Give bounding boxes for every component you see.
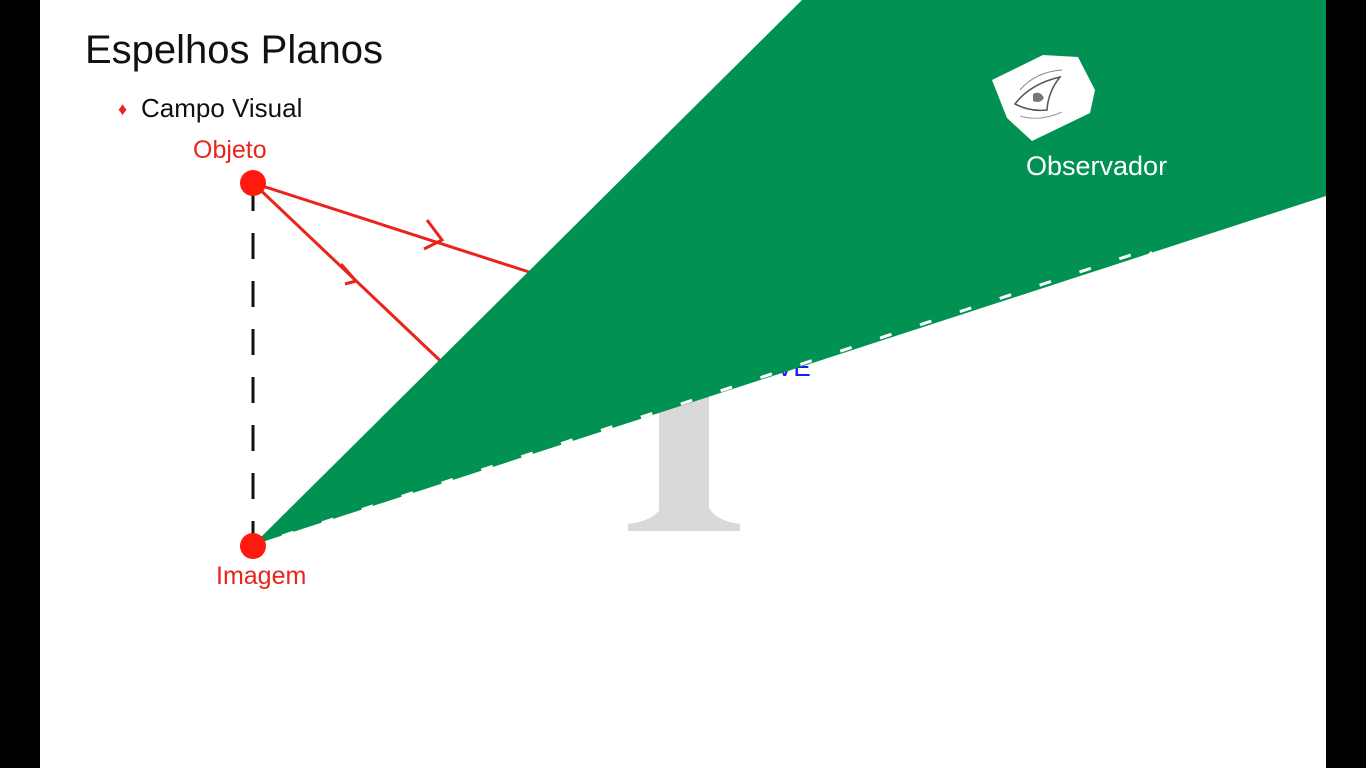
- observer-label: Observador: [1026, 151, 1167, 181]
- field-of-view-wedge: [253, 0, 1326, 545]
- object-label: Objeto: [193, 136, 267, 164]
- image-point: [240, 533, 266, 559]
- object-point: [240, 170, 266, 196]
- page-title: Espelhos Planos: [85, 28, 383, 72]
- ray-arrow-lower: [339, 263, 359, 286]
- diamond-bullet-icon: ♦: [118, 99, 127, 119]
- image-label: Imagem: [216, 562, 306, 590]
- bullet-text: Campo Visual: [141, 93, 302, 123]
- visual-field-diagram: VE Espelhos Planos ♦ Campo Visual O: [85, 0, 1326, 590]
- incident-ray-upper: [252, 181, 561, 284]
- slide: VE Espelhos Planos ♦ Campo Visual O: [40, 0, 1326, 768]
